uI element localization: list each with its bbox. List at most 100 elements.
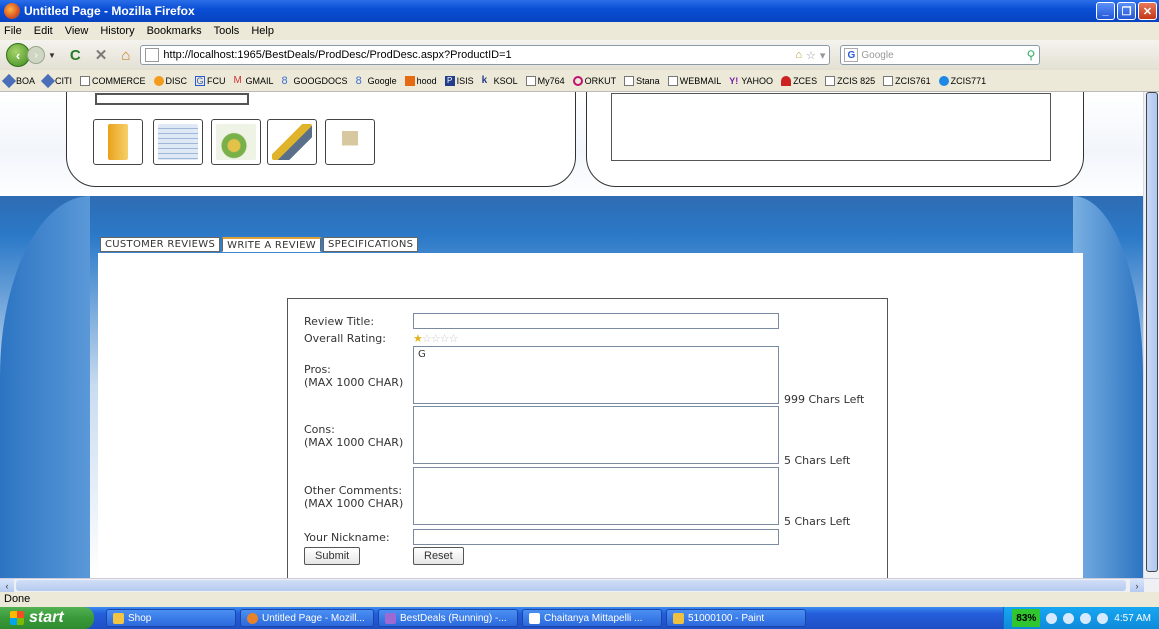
product-thumbnail[interactable] bbox=[211, 119, 261, 165]
star-icon[interactable]: ☆ bbox=[431, 332, 441, 345]
navigation-toolbar: ‹ › ▼ C ✕ ⌂ http://localhost:1965/BestDe… bbox=[0, 40, 1159, 70]
bookmark-item[interactable]: ZCIS 825 bbox=[825, 75, 875, 86]
main-product-image bbox=[95, 93, 249, 105]
stop-icon[interactable]: ✕ bbox=[95, 46, 108, 64]
url-dropdown-icon[interactable]: ▾ bbox=[820, 49, 826, 62]
bookmark-item[interactable]: BOA bbox=[1, 73, 35, 88]
visual-studio-icon bbox=[385, 612, 396, 624]
menu-tools[interactable]: Tools bbox=[214, 25, 240, 37]
bookmark-item[interactable]: hood bbox=[404, 75, 437, 86]
vertical-scrollbar[interactable] bbox=[1143, 92, 1159, 578]
taskbar-item-shop[interactable]: Shop bbox=[106, 609, 236, 627]
network-icon[interactable] bbox=[1063, 612, 1075, 624]
bookmark-item[interactable]: 8 GOOGDOCS bbox=[282, 75, 348, 86]
product-thumbnail[interactable] bbox=[93, 119, 143, 165]
menu-view[interactable]: View bbox=[65, 25, 89, 37]
vertical-scroll-thumb[interactable] bbox=[1146, 92, 1158, 572]
home-icon[interactable]: ⌂ bbox=[121, 47, 130, 64]
bookmark-item[interactable]: COMMERCE bbox=[80, 75, 146, 86]
battery-indicator[interactable]: 83% bbox=[1012, 609, 1041, 627]
bookmark-item[interactable]: My764 bbox=[525, 75, 565, 86]
maximize-button[interactable]: ❐ bbox=[1117, 2, 1136, 20]
url-text[interactable]: http://localhost:1965/BestDeals/ProdDesc… bbox=[163, 49, 511, 61]
close-button[interactable]: ✕ bbox=[1138, 2, 1157, 20]
warning-icon[interactable] bbox=[1046, 612, 1058, 624]
product-thumbnail[interactable] bbox=[325, 119, 375, 165]
horizontal-scroll-thumb[interactable] bbox=[16, 580, 1126, 591]
cons-textarea[interactable] bbox=[413, 406, 779, 464]
rss-icon[interactable]: ⌂ bbox=[795, 49, 802, 62]
star-icon[interactable]: ☆ bbox=[440, 332, 450, 345]
docs-icon: 8 bbox=[355, 74, 362, 87]
pros-textarea[interactable]: G bbox=[413, 346, 779, 404]
product-thumbnail[interactable] bbox=[267, 119, 317, 165]
search-go-icon[interactable]: ⚲ bbox=[1027, 48, 1040, 62]
pros-chars-left: 999 Chars Left bbox=[784, 393, 865, 406]
volume-icon[interactable] bbox=[1080, 612, 1092, 624]
search-bar[interactable]: G Google ⚲ bbox=[840, 45, 1041, 65]
search-placeholder[interactable]: Google bbox=[861, 50, 893, 61]
bookmark-item[interactable]: Stana bbox=[624, 75, 660, 86]
overall-rating-label: Overall Rating: bbox=[304, 332, 386, 345]
minimize-button[interactable]: _ bbox=[1096, 2, 1115, 20]
scroll-left-icon[interactable]: ‹ bbox=[0, 579, 14, 592]
star-icon[interactable]: ☆ bbox=[422, 332, 432, 345]
gmail-icon: M bbox=[233, 74, 242, 86]
bookmark-item[interactable]: ZCES bbox=[781, 75, 817, 86]
start-button[interactable]: start bbox=[0, 607, 94, 629]
menu-history[interactable]: History bbox=[100, 25, 134, 37]
bookmark-item[interactable]: M GMAIL bbox=[233, 74, 274, 86]
bookmark-item[interactable]: ZCIS761 bbox=[883, 75, 931, 86]
reload-icon[interactable]: C bbox=[70, 47, 81, 64]
submit-button[interactable]: Submit bbox=[304, 547, 361, 565]
tab-customer-reviews[interactable]: CUSTOMER REVIEWS bbox=[100, 237, 221, 252]
menu-file[interactable]: File bbox=[4, 25, 22, 37]
taskbar-item-firefox[interactable]: Untitled Page - Mozill... bbox=[240, 609, 374, 627]
review-title-input[interactable] bbox=[413, 313, 779, 329]
google-engine-icon[interactable]: G bbox=[844, 48, 859, 62]
taskbar-item-bestdeals[interactable]: BestDeals (Running) -... bbox=[378, 609, 518, 627]
other-chars-left: 5 Chars Left bbox=[784, 515, 851, 528]
star-icon[interactable]: ☆ bbox=[449, 332, 459, 345]
menu-bookmarks[interactable]: Bookmarks bbox=[147, 25, 202, 37]
bookmark-item[interactable]: DISC bbox=[153, 75, 187, 86]
url-bar[interactable]: http://localhost:1965/BestDeals/ProdDesc… bbox=[140, 45, 831, 65]
bookmark-item[interactable]: WEBMAIL bbox=[667, 75, 721, 86]
security-icon[interactable] bbox=[1097, 612, 1109, 624]
other-comments-textarea[interactable] bbox=[413, 467, 779, 525]
bookmark-item[interactable]: 8 Google bbox=[355, 74, 397, 87]
history-dropdown-icon[interactable]: ▼ bbox=[48, 51, 56, 60]
bookmark-item[interactable]: G FCU bbox=[195, 75, 226, 86]
tab-write-a-review[interactable]: WRITE A REVIEW bbox=[222, 237, 321, 252]
horizontal-scrollbar[interactable]: ‹ › bbox=[0, 578, 1159, 592]
bookmark-item[interactable]: ORKUT bbox=[572, 75, 616, 86]
page-icon bbox=[525, 75, 536, 86]
reset-button[interactable]: Reset bbox=[413, 547, 464, 565]
forward-button[interactable]: › bbox=[27, 46, 45, 64]
star-icon-filled[interactable]: ★ bbox=[413, 332, 423, 345]
tab-specifications[interactable]: SPECIFICATIONS bbox=[323, 237, 419, 252]
product-diagram-image bbox=[216, 124, 256, 160]
paint-icon bbox=[673, 612, 684, 624]
bookmark-item[interactable]: Y! YAHOO bbox=[729, 76, 773, 86]
page-icon bbox=[825, 75, 836, 86]
bookmark-star-icon[interactable]: ☆ bbox=[806, 49, 816, 62]
rating-stars[interactable]: ★☆☆☆☆ bbox=[413, 332, 459, 345]
write-review-form: Review Title: Overall Rating: ★☆☆☆☆ Pros… bbox=[287, 298, 888, 578]
status-bar: Done bbox=[0, 592, 1159, 607]
bookmark-item[interactable]: P ISIS bbox=[444, 75, 474, 86]
window-titlebar: Untitled Page - Mozilla Firefox _ ❐ ✕ bbox=[0, 0, 1159, 22]
product-thumbnail[interactable] bbox=[153, 119, 203, 165]
taskbar-item-document[interactable]: Chaitanya Mittapelli ... bbox=[522, 609, 662, 627]
bookmark-item[interactable]: CITI bbox=[40, 73, 72, 88]
menu-help[interactable]: Help bbox=[251, 25, 274, 37]
taskbar-item-paint[interactable]: 51000100 - Paint bbox=[666, 609, 806, 627]
bookmark-item[interactable]: ZCIS771 bbox=[938, 75, 986, 86]
scroll-right-icon[interactable]: › bbox=[1130, 579, 1144, 592]
menu-edit[interactable]: Edit bbox=[34, 25, 53, 37]
clock[interactable]: 4:57 AM bbox=[1114, 613, 1151, 624]
nickname-input[interactable] bbox=[413, 529, 779, 545]
diamond-icon bbox=[1, 73, 17, 88]
bookmark-item[interactable]: k KSOL bbox=[482, 75, 518, 86]
other-comments-label: Other Comments: (MAX 1000 CHAR) bbox=[304, 484, 404, 510]
